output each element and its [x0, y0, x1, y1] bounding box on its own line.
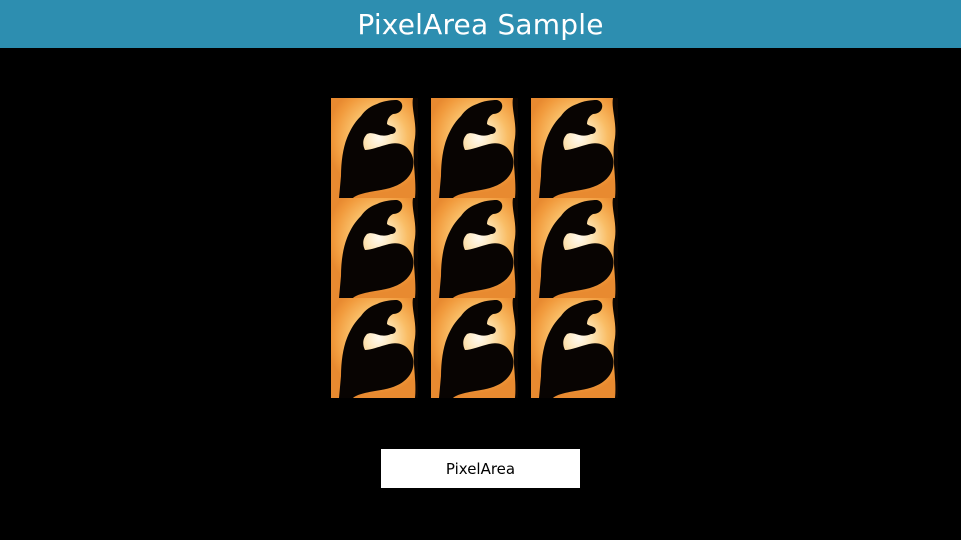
app-window: PixelArea Sample PixelArea [0, 0, 961, 540]
app-title: PixelArea Sample [357, 7, 604, 41]
arm-image-tile [531, 298, 618, 398]
flexed-arm-silhouette-icon [439, 298, 518, 398]
arm-image-tile [331, 198, 418, 298]
flexed-arm-silhouette-icon [339, 298, 418, 398]
image-grid [331, 98, 619, 398]
arm-image-tile [431, 98, 518, 198]
flexed-arm-silhouette-icon [339, 198, 418, 298]
pixelarea-button[interactable]: PixelArea [381, 449, 580, 488]
flexed-arm-silhouette-icon [439, 198, 518, 298]
flexed-arm-silhouette-icon [539, 198, 618, 298]
title-bar: PixelArea Sample [0, 0, 961, 48]
pixelarea-button-label: PixelArea [445, 459, 516, 478]
flexed-arm-silhouette-icon [539, 98, 618, 198]
flexed-arm-silhouette-icon [439, 98, 518, 198]
arm-image-tile [431, 298, 518, 398]
arm-image-tile [531, 98, 618, 198]
flexed-arm-silhouette-icon [539, 298, 618, 398]
arm-image-tile [531, 198, 618, 298]
arm-image-tile [331, 298, 418, 398]
arm-image-tile [331, 98, 418, 198]
flexed-arm-silhouette-icon [339, 98, 418, 198]
arm-image-tile [431, 198, 518, 298]
